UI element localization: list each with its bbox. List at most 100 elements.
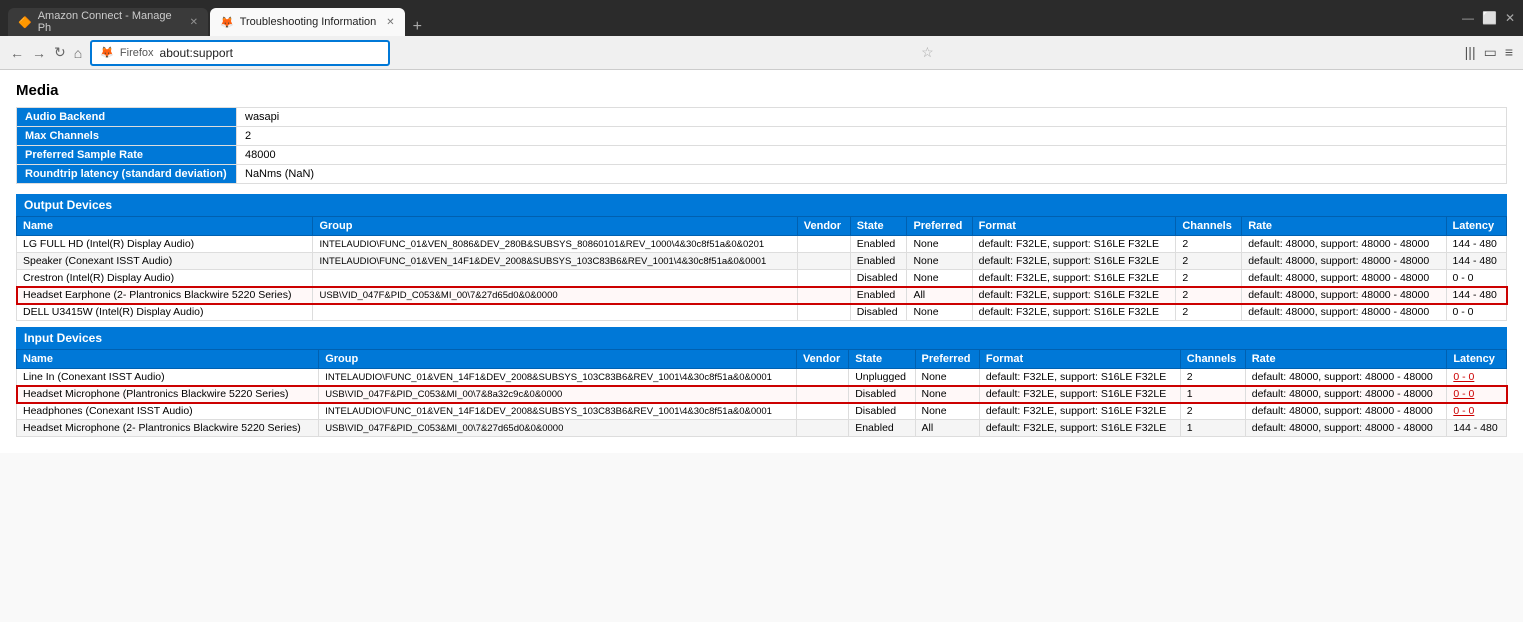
reload-button[interactable]: ↻ [54, 44, 66, 61]
table-cell: default: 48000, support: 48000 - 48000 [1245, 386, 1447, 403]
table-cell: Disabled [849, 403, 915, 420]
table-cell: default: 48000, support: 48000 - 48000 [1245, 420, 1447, 437]
close-button[interactable]: ✕ [1505, 11, 1515, 25]
table-cell: DELL U3415W (Intel(R) Display Audio) [17, 304, 313, 321]
column-header: Name [17, 217, 313, 236]
table-cell: 144 - 480 [1446, 287, 1506, 304]
input-devices-table: NameGroupVendorStatePreferredFormatChann… [16, 349, 1507, 437]
table-cell: default: F32LE, support: S16LE F32LE [972, 304, 1176, 321]
menu-icon[interactable]: ≡ [1505, 44, 1513, 61]
table-cell [796, 386, 848, 403]
column-header: Channels [1176, 217, 1242, 236]
address-bar[interactable]: 🦊 Firefox about:support [90, 40, 390, 66]
table-cell: default: 48000, support: 48000 - 48000 [1242, 270, 1446, 287]
table-cell: 0 - 0 [1447, 403, 1507, 420]
table-cell: 144 - 480 [1447, 420, 1507, 437]
media-info-key: Max Channels [17, 127, 237, 146]
table-cell [796, 369, 848, 386]
bookmarks-icon[interactable]: ||| [1465, 44, 1476, 61]
column-header: Channels [1180, 350, 1245, 369]
table-cell: 2 [1176, 304, 1242, 321]
table-cell: 2 [1176, 270, 1242, 287]
table-cell: USB\VID_047F&PID_C053&MI_00\7&27d65d0&0&… [313, 287, 797, 304]
new-tab-button[interactable]: + [407, 18, 428, 36]
table-row: Headset Earphone (2- Plantronics Blackwi… [17, 287, 1507, 304]
minimize-button[interactable]: — [1462, 11, 1474, 25]
column-header: Format [979, 350, 1180, 369]
back-button[interactable]: ← [10, 45, 24, 61]
table-cell: Headset Earphone (2- Plantronics Blackwi… [17, 287, 313, 304]
window-controls: — ⬜ ✕ [1462, 11, 1515, 25]
forward-button[interactable]: → [32, 45, 46, 61]
tab-close-troubleshooting[interactable]: ✕ [386, 17, 394, 28]
table-cell: None [907, 236, 972, 253]
home-button[interactable]: ⌂ [74, 45, 82, 61]
table-cell: None [915, 403, 979, 420]
output-devices-header: Output Devices [16, 194, 1507, 216]
table-row: LG FULL HD (Intel(R) Display Audio)INTEL… [17, 236, 1507, 253]
column-header: Vendor [797, 217, 850, 236]
table-row: Headset Microphone (Plantronics Blackwir… [17, 386, 1507, 403]
table-row: DELL U3415W (Intel(R) Display Audio) Disa… [17, 304, 1507, 321]
table-row: Line In (Conexant ISST Audio)INTELAUDIO\… [17, 369, 1507, 386]
maximize-button[interactable]: ⬜ [1482, 11, 1497, 25]
table-row: Speaker (Conexant ISST Audio)INTELAUDIO\… [17, 253, 1507, 270]
media-info-key: Audio Backend [17, 108, 237, 127]
media-info-value: 2 [237, 127, 1507, 146]
table-cell: 0 - 0 [1446, 304, 1506, 321]
table-cell: default: F32LE, support: S16LE F32LE [979, 386, 1180, 403]
page-content: Media Audio BackendwasapiMax Channels2Pr… [0, 70, 1523, 453]
table-cell: default: F32LE, support: S16LE F32LE [972, 270, 1176, 287]
table-cell: None [915, 386, 979, 403]
table-cell [796, 420, 848, 437]
table-row: Headset Microphone (2- Plantronics Black… [17, 420, 1507, 437]
toolbar-icons: ||| ▭ ≡ [1465, 44, 1513, 61]
table-cell: default: 48000, support: 48000 - 48000 [1242, 253, 1446, 270]
table-cell: Speaker (Conexant ISST Audio) [17, 253, 313, 270]
table-cell: INTELAUDIO\FUNC_01&VEN_14F1&DEV_2008&SUB… [319, 403, 797, 420]
table-cell: 2 [1176, 253, 1242, 270]
table-cell [797, 270, 850, 287]
latency-value: 0 - 0 [1453, 405, 1474, 417]
bookmark-star-icon[interactable]: ☆ [921, 44, 934, 61]
tab-label-troubleshooting: Troubleshooting Information [240, 16, 377, 28]
tab-amazon-connect[interactable]: 🔶 Amazon Connect - Manage Ph ✕ [8, 8, 208, 36]
sidebar-icon[interactable]: ▭ [1484, 44, 1497, 61]
table-cell: Enabled [850, 253, 907, 270]
table-cell: All [915, 420, 979, 437]
media-info-row: Max Channels2 [17, 127, 1507, 146]
table-row: Headphones (Conexant ISST Audio)INTELAUD… [17, 403, 1507, 420]
table-cell: default: 48000, support: 48000 - 48000 [1242, 287, 1446, 304]
column-header: Group [319, 350, 797, 369]
table-cell: default: 48000, support: 48000 - 48000 [1245, 403, 1447, 420]
tab-close-amazon[interactable]: ✕ [190, 17, 198, 28]
browser-chrome: 🔶 Amazon Connect - Manage Ph ✕ 🦊 Trouble… [0, 0, 1523, 36]
media-info-row: Roundtrip latency (standard deviation)Na… [17, 165, 1507, 184]
table-cell: Unplugged [849, 369, 915, 386]
table-cell [313, 304, 797, 321]
table-cell: None [907, 270, 972, 287]
table-cell [313, 270, 797, 287]
latency-value: 0 - 0 [1453, 371, 1474, 383]
table-cell: Enabled [850, 236, 907, 253]
table-cell: 2 [1180, 403, 1245, 420]
table-cell: default: F32LE, support: S16LE F32LE [972, 253, 1176, 270]
address-bar-row: ← → ↻ ⌂ 🦊 Firefox about:support ☆ ||| ▭ … [0, 36, 1523, 70]
firefox-icon: 🦊 [100, 46, 114, 59]
table-cell: Enabled [849, 420, 915, 437]
table-cell: Disabled [850, 304, 907, 321]
tab-troubleshooting[interactable]: 🦊 Troubleshooting Information ✕ [210, 8, 405, 36]
firefox-label: Firefox [120, 47, 154, 59]
table-cell: 144 - 480 [1446, 236, 1506, 253]
tab-favicon-amazon: 🔶 [18, 16, 32, 29]
table-cell: default: F32LE, support: S16LE F32LE [972, 287, 1176, 304]
table-cell: 1 [1180, 386, 1245, 403]
column-header: Vendor [796, 350, 848, 369]
table-row: Crestron (Intel(R) Display Audio)Disable… [17, 270, 1507, 287]
media-info-value: wasapi [237, 108, 1507, 127]
column-header: State [850, 217, 907, 236]
table-cell: 2 [1176, 236, 1242, 253]
column-header: Rate [1242, 217, 1446, 236]
column-header: Name [17, 350, 319, 369]
column-header: Latency [1446, 217, 1506, 236]
